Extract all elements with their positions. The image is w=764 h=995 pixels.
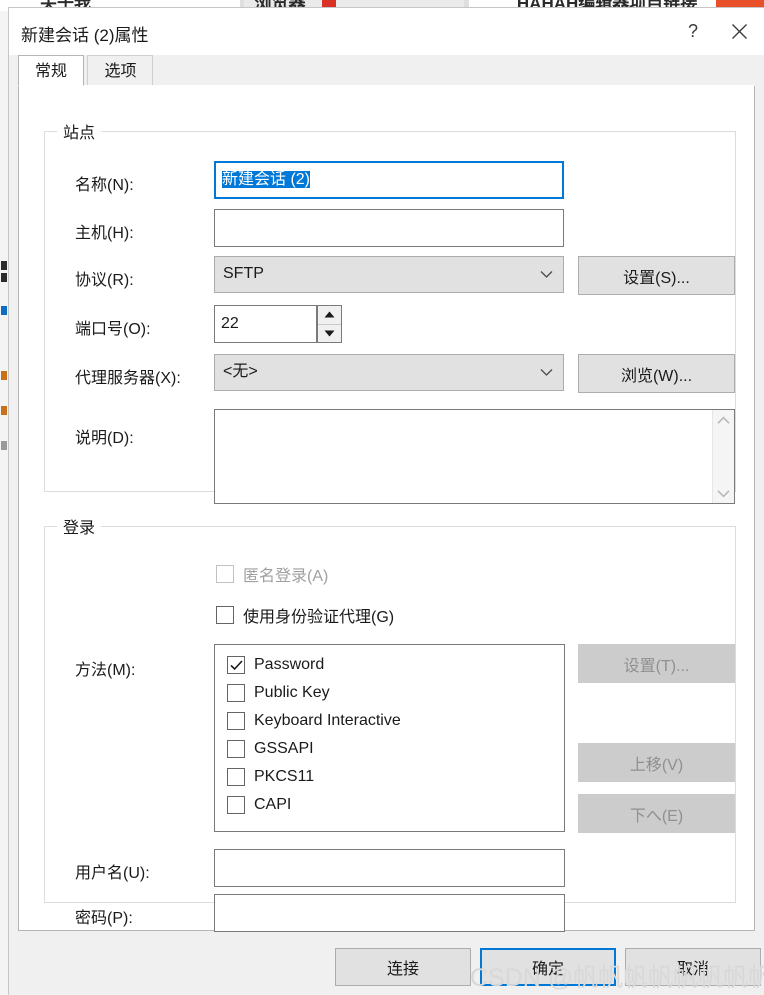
tab-general[interactable]: 常规 [18, 55, 85, 86]
method-item-label: Password [254, 656, 325, 673]
description-textarea-wrapper [214, 409, 735, 504]
host-label: 主机(H): [75, 225, 134, 242]
password-label: 密码(P): [75, 910, 133, 927]
checkbox-unchecked-icon [227, 740, 245, 758]
scroll-down-icon[interactable] [713, 483, 734, 503]
username-label: 用户名(U): [75, 865, 150, 882]
chevron-down-icon [540, 257, 553, 292]
session-properties-dialog: 新建会话 (2)属性 ? 常规 选项 站点 名称(N): 新建会话 (2) 主机… [8, 7, 764, 995]
checkbox-unchecked-icon [227, 684, 245, 702]
auth-method-listbox[interactable]: Password Public Key Keyboard Interactive… [214, 644, 565, 832]
method-item-capi[interactable]: CAPI [227, 791, 564, 819]
port-input[interactable]: 22 [214, 305, 317, 343]
dialog-tabstrip: 常规 选项 [9, 55, 764, 86]
proxy-browse-button[interactable]: 浏览(W)... [578, 354, 735, 393]
connect-button[interactable]: 连接 [335, 948, 471, 986]
name-input[interactable]: 新建会话 (2) [214, 161, 564, 199]
port-spin-buttons [317, 305, 342, 343]
protocol-settings-button[interactable]: 设置(S)... [578, 256, 735, 295]
move-down-button: 下へ(E) [578, 794, 735, 833]
proxy-combo[interactable]: <无> [214, 354, 564, 391]
anonymous-login-label: 匿名登录(A) [243, 568, 329, 585]
help-icon[interactable]: ? [670, 8, 716, 55]
protocol-combo-value: SFTP [223, 265, 264, 282]
port-label: 端口号(O): [75, 321, 151, 338]
method-item-label: Keyboard Interactive [254, 712, 401, 729]
password-input[interactable] [214, 894, 565, 932]
name-input-value: 新建会话 (2) [222, 171, 311, 188]
description-scrollbar[interactable] [712, 410, 734, 503]
auth-agent-label: 使用身份验证代理(G) [243, 609, 395, 626]
login-group: 登录 匿名登录(A) 使用身份验证代理(G) 方法(M): Password P… [44, 514, 736, 932]
cancel-button[interactable]: 取消 [625, 948, 761, 986]
method-item-public-key[interactable]: Public Key [227, 679, 564, 707]
description-label: 说明(D): [75, 430, 134, 447]
chevron-down-icon [540, 355, 553, 390]
method-item-password[interactable]: Password [227, 651, 564, 679]
site-group-legend: 站点 [63, 125, 96, 142]
dialog-titlebar[interactable]: 新建会话 (2)属性 ? [9, 8, 764, 55]
method-item-label: GSSAPI [254, 740, 314, 757]
method-item-pkcs11[interactable]: PKCS11 [227, 763, 564, 791]
spinner-up-icon[interactable] [318, 306, 341, 325]
dialog-title: 新建会话 (2)属性 [21, 26, 149, 45]
protocol-label: 协议(R): [75, 272, 134, 289]
port-stepper: 22 [214, 305, 342, 343]
proxy-combo-value: <无> [223, 363, 258, 380]
checkbox-unchecked-icon [227, 796, 245, 814]
method-item-keyboard-interactive[interactable]: Keyboard Interactive [227, 707, 564, 735]
method-item-gssapi[interactable]: GSSAPI [227, 735, 564, 763]
checkbox-unchecked-icon [227, 712, 245, 730]
spinner-down-icon[interactable] [318, 325, 341, 343]
site-group: 站点 名称(N): 新建会话 (2) 主机(H): 协议(R): SFTP 设置… [44, 119, 736, 504]
auth-agent-checkbox[interactable]: 使用身份验证代理(G) [216, 603, 394, 627]
checkbox-unchecked-icon [216, 565, 234, 583]
checkbox-checked-icon [227, 656, 245, 674]
method-label: 方法(M): [75, 662, 136, 679]
close-icon[interactable] [716, 8, 762, 55]
scroll-up-icon[interactable] [713, 410, 734, 430]
tab-options[interactable]: 选项 [87, 55, 154, 86]
tabpage-general: 站点 名称(N): 新建会话 (2) 主机(H): 协议(R): SFTP 设置… [18, 86, 755, 932]
checkbox-unchecked-icon [227, 768, 245, 786]
checkbox-unchecked-icon [216, 606, 234, 624]
anonymous-login-checkbox: 匿名登录(A) [216, 562, 328, 586]
port-input-value: 22 [221, 315, 239, 332]
help-glyph: ? [687, 21, 698, 41]
proxy-label: 代理服务器(X): [75, 370, 181, 387]
method-item-label: Public Key [254, 684, 330, 701]
host-input[interactable] [214, 209, 564, 247]
move-up-button: 上移(V) [578, 743, 735, 782]
method-settings-button: 设置(T)... [578, 644, 735, 683]
method-item-label: CAPI [254, 796, 292, 813]
method-item-label: PKCS11 [254, 768, 315, 785]
ok-button[interactable]: 确定 [480, 948, 616, 986]
protocol-combo[interactable]: SFTP [214, 256, 564, 293]
name-label: 名称(N): [75, 177, 134, 194]
description-textarea[interactable] [215, 410, 712, 503]
username-input[interactable] [214, 849, 565, 887]
login-group-legend: 登录 [63, 520, 96, 537]
